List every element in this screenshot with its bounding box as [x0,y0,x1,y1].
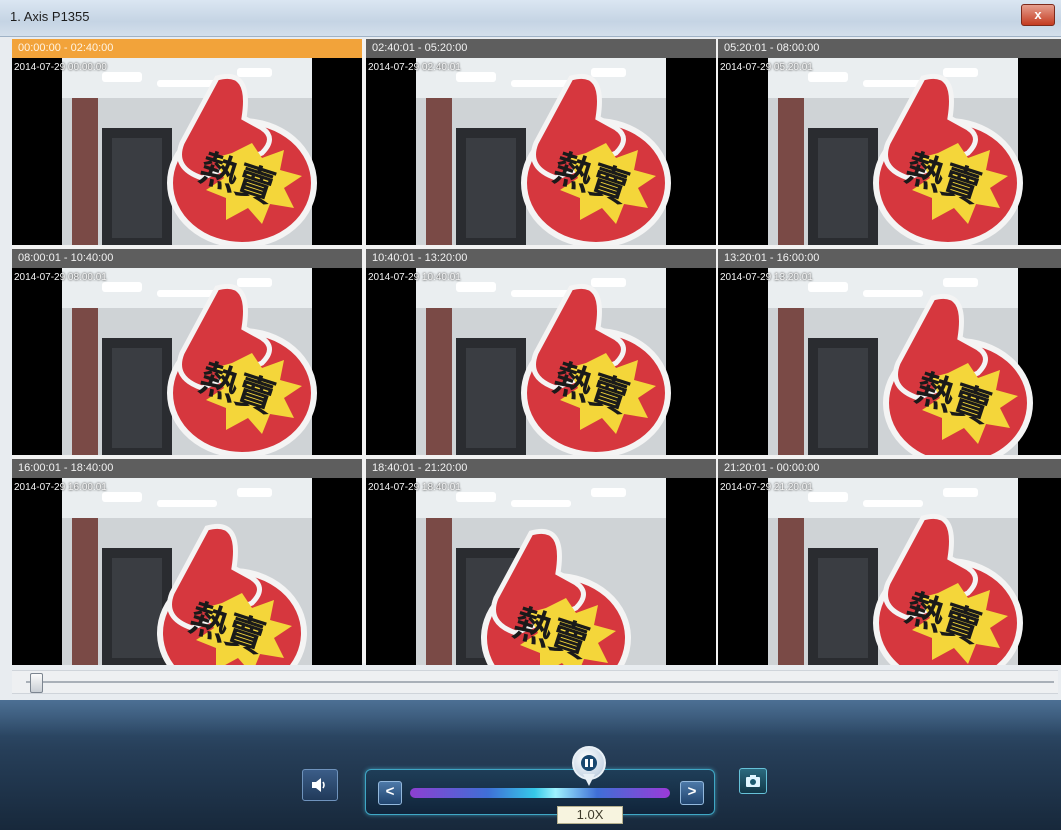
tile-time-range: 02:40:01 - 05:20:00 [366,39,716,58]
speed-slider-track[interactable] [410,788,670,798]
tile-timestamp: 2014-07-29 02:40:01 [368,62,461,73]
tile-timestamp: 2014-07-29 05:20:01 [720,62,813,73]
speaker-icon [312,778,325,792]
tile-timestamp: 2014-07-29 21:20:01 [720,482,813,493]
mute-button[interactable] [302,769,338,801]
tile-timestamp: 2014-07-29 16:00:01 [14,482,107,493]
tile-time-range: 18:40:01 - 21:20:00 [366,459,716,478]
timeline-scrubber[interactable] [12,670,1058,694]
video-frame: 熱賣 [366,58,716,245]
tile-time-range: 00:00:00 - 02:40:00 [12,39,362,58]
timeline-handle[interactable] [30,673,43,693]
snapshot-icon [746,775,760,787]
playback-window: 1. Axis P1355 x 00:00:00 - 02:40:00 2014-… [0,0,1061,830]
snapshot-button[interactable] [739,768,767,794]
tile-time-range: 05:20:01 - 08:00:00 [718,39,1061,58]
video-frame: 熱賣 [12,58,362,245]
tile-timestamp: 2014-07-29 18:40:01 [368,482,461,493]
tile-time-range: 21:20:01 - 00:00:00 [718,459,1061,478]
timeline-track [26,681,1054,683]
tile-timestamp: 2014-07-29 10:40:01 [368,272,461,283]
video-frame: 熱賣 [718,478,1061,665]
thumbnail-tile[interactable]: 18:40:01 - 21:20:00 2014-07-29 18:40:01 熱賣 [366,459,716,665]
thumbnail-tile[interactable]: 10:40:01 - 13:20:00 2014-07-29 10:40:01 熱賣 [366,249,716,455]
thumbnail-tile[interactable]: 16:00:01 - 18:40:00 2014-07-29 16:00:01 熱賣 [12,459,362,665]
thumbnail-tile[interactable]: 21:20:01 - 00:00:00 2014-07-29 21:20:01 熱賣 [718,459,1061,665]
tile-time-range: 16:00:01 - 18:40:00 [12,459,362,478]
thumbnail-tile[interactable]: 00:00:00 - 02:40:00 2014-07-29 00:00:00 熱賣 [12,39,362,245]
play-pause-button[interactable] [572,746,606,786]
thumbnail-tile[interactable]: 05:20:01 - 08:00:00 2014-07-29 05:20:01 熱賣 [718,39,1061,245]
thumbnail-tile[interactable]: 08:00:01 - 10:40:00 2014-07-29 08:00:01 熱賣 [12,249,362,455]
video-frame: 熱賣 [12,478,362,665]
tile-timestamp: 2014-07-29 13:20:01 [720,272,813,283]
close-button[interactable]: x [1021,4,1055,26]
video-frame: 熱賣 [12,268,362,455]
tile-time-range: 13:20:01 - 16:00:00 [718,249,1061,268]
speed-label: 1.0X [557,806,623,824]
video-frame: 熱賣 [718,58,1061,245]
video-frame: 熱賣 [366,478,716,665]
thumbnail-tile[interactable]: 02:40:01 - 05:20:00 2014-07-29 02:40:01 熱賣 [366,39,716,245]
video-frame: 熱賣 [366,268,716,455]
title-bar: 1. Axis P1355 x [0,0,1061,37]
tile-time-range: 08:00:01 - 10:40:00 [12,249,362,268]
tile-timestamp: 2014-07-29 00:00:00 [14,62,107,73]
slower-button[interactable]: < [378,781,402,805]
tile-time-range: 10:40:01 - 13:20:00 [366,249,716,268]
thumbnail-grid: 00:00:00 - 02:40:00 2014-07-29 00:00:00 熱賣… [12,39,1061,665]
pause-icon [581,755,597,771]
window-title: 1. Axis P1355 [10,9,90,24]
video-frame: 熱賣 [718,268,1061,455]
faster-button[interactable]: > [680,781,704,805]
thumbnail-tile[interactable]: 13:20:01 - 16:00:00 2014-07-29 13:20:01 熱賣 [718,249,1061,455]
tile-timestamp: 2014-07-29 08:00:01 [14,272,107,283]
